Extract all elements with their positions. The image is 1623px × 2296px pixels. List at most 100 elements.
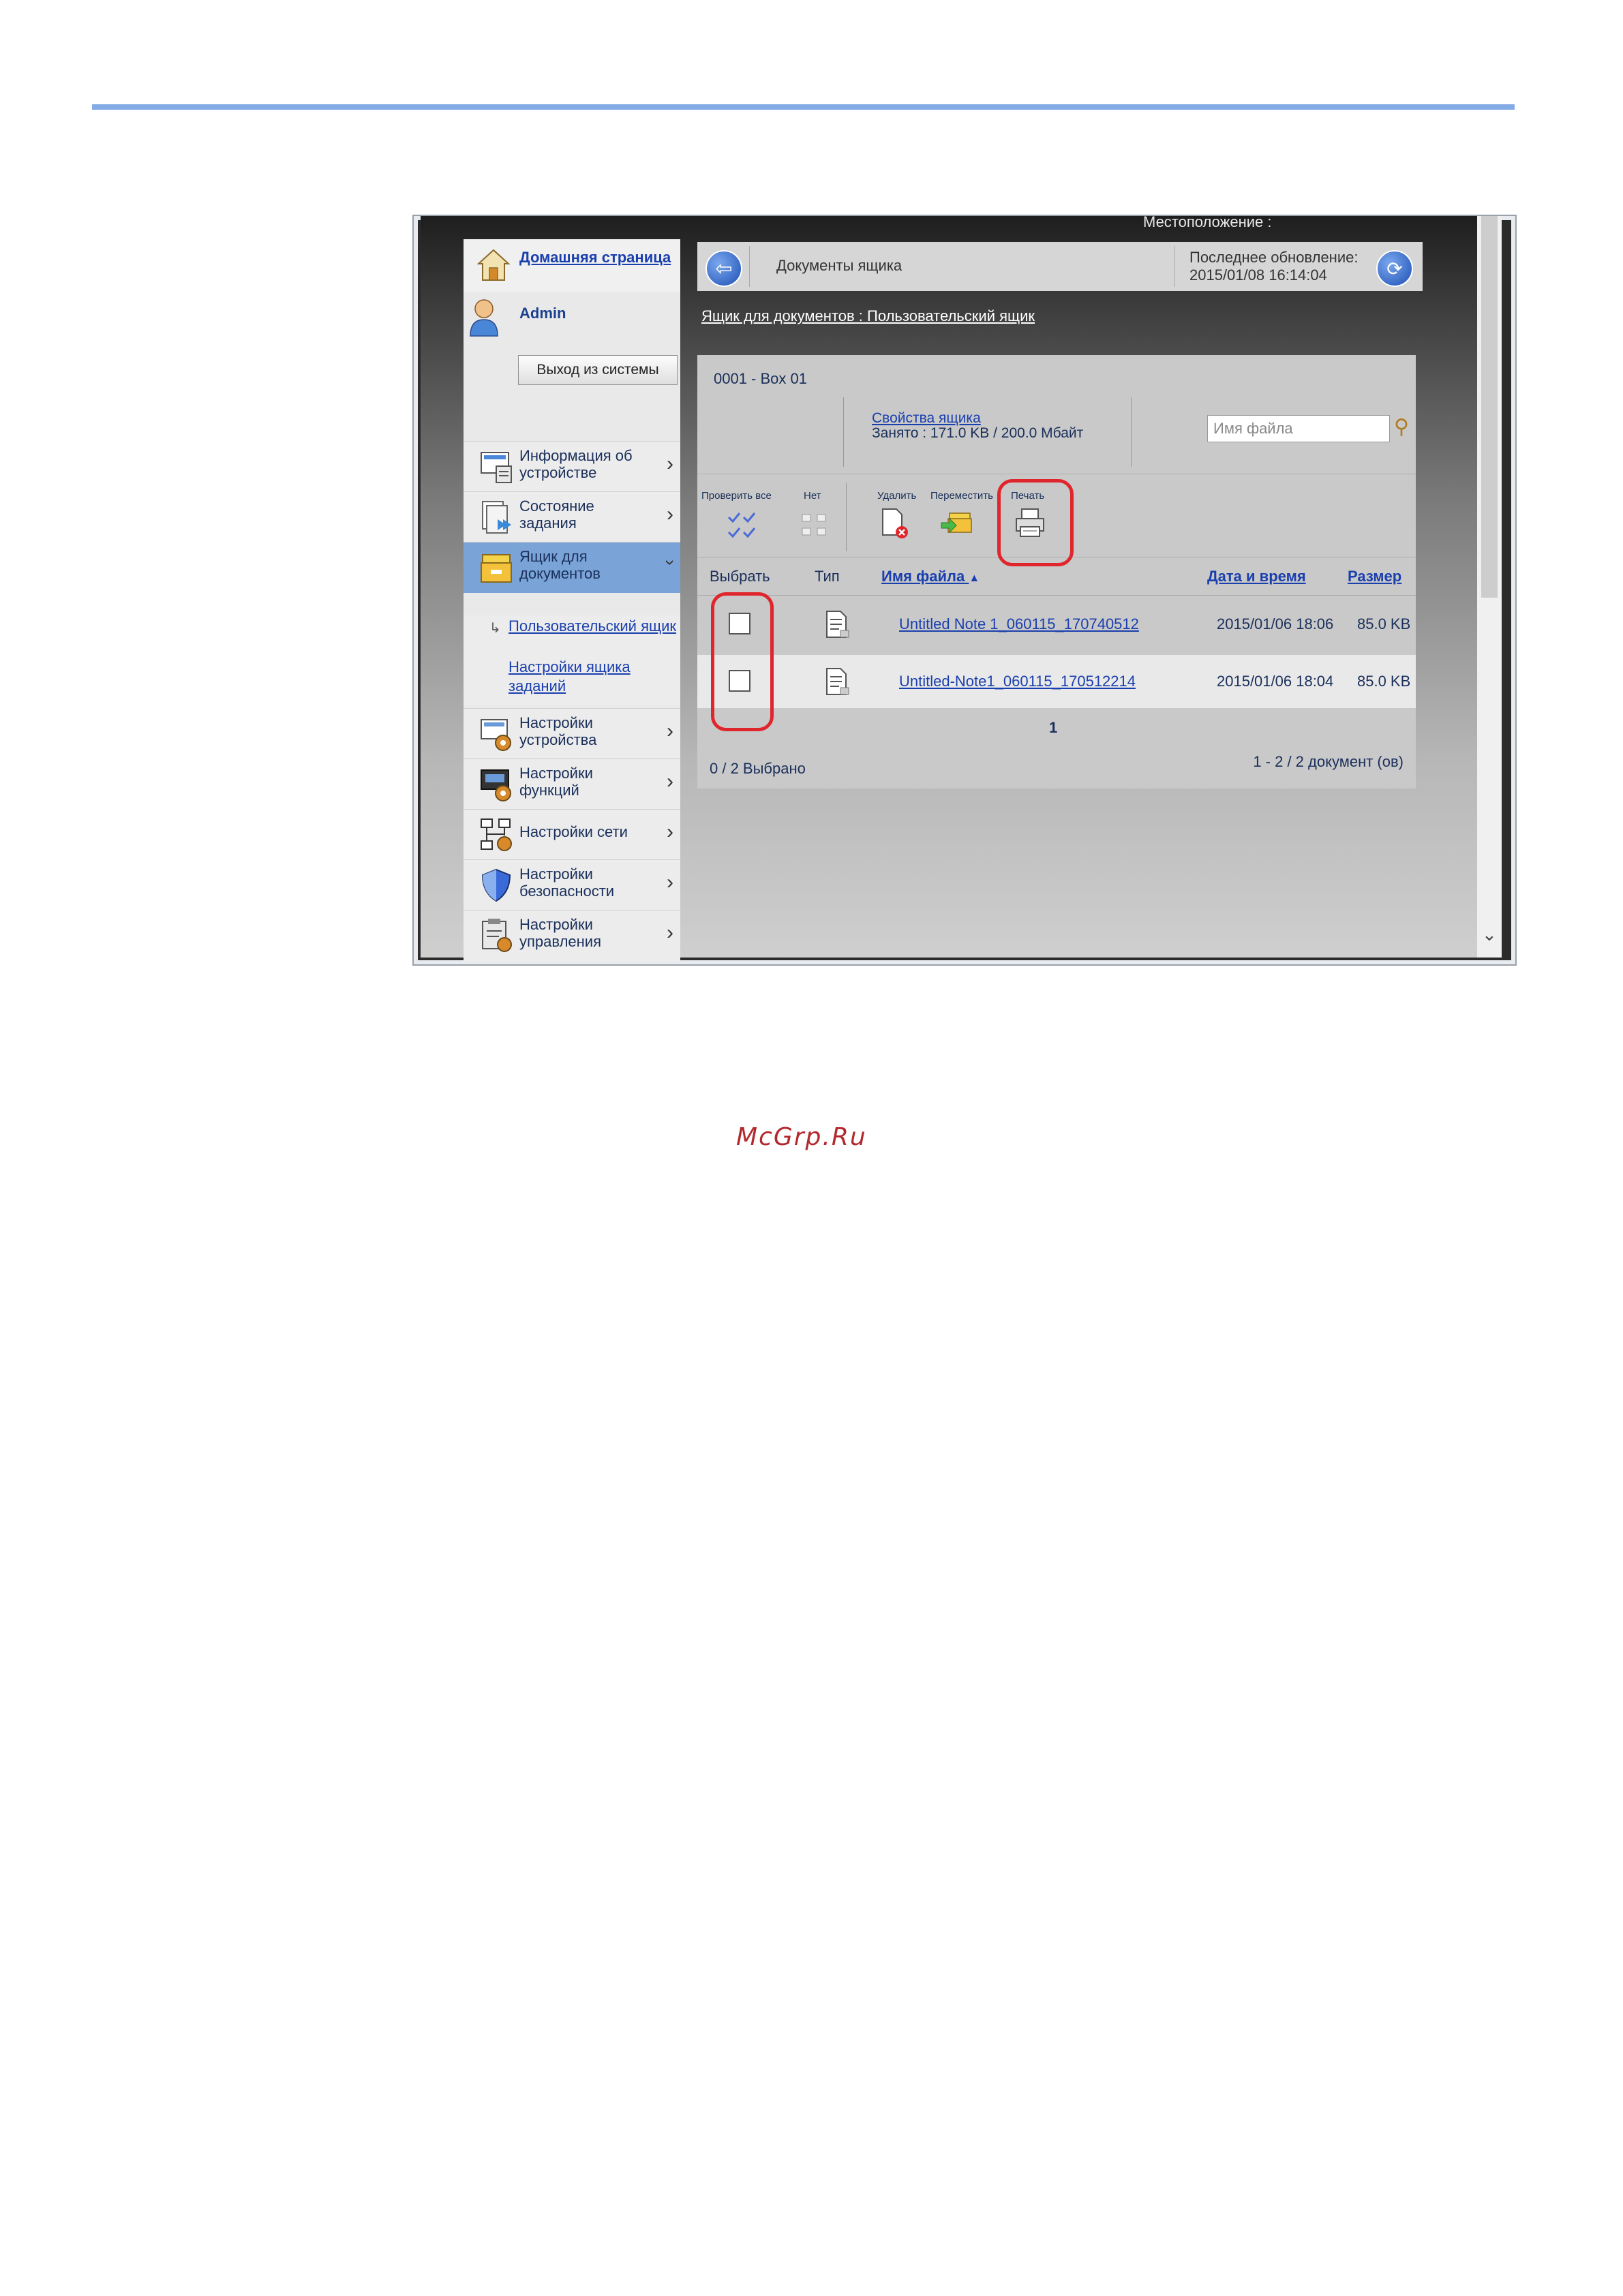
document-count: 1 - 2 / 2 документ (ов) xyxy=(1253,753,1404,770)
home-link[interactable]: Домашняя страница xyxy=(519,249,671,266)
nav-item-label: Информация об устройстве xyxy=(519,447,633,481)
subnav-job-box-settings[interactable]: Настройки ящика заданий xyxy=(509,658,679,696)
check-all-label: Проверить все xyxy=(701,490,772,502)
page-title: Документы ящика xyxy=(776,257,902,274)
nav-home[interactable]: Домашняя страница xyxy=(464,239,680,292)
page-top-rule xyxy=(92,104,1515,110)
nav-item-label: Ящик для документов xyxy=(519,548,601,582)
divider xyxy=(697,595,1416,596)
col-size-sort[interactable]: Размер xyxy=(1348,568,1401,585)
file-size: 85.0 KB xyxy=(1357,673,1411,690)
refresh-button[interactable]: ⟳ xyxy=(1376,250,1413,287)
chevron-right-icon: › xyxy=(667,503,673,525)
sub-arrow-icon: ↳ xyxy=(489,621,501,636)
chevron-right-icon: › xyxy=(667,921,673,944)
box-panel: 0001 - Box 01 Свойства ящика Занято : 17… xyxy=(697,355,1416,789)
col-filename-label: Имя файла xyxy=(881,568,965,585)
network-settings-icon xyxy=(481,818,512,851)
delete-label: Удалить xyxy=(877,490,917,502)
scroll-down-icon[interactable]: ⌄ xyxy=(1482,924,1497,945)
checkbox-highlight xyxy=(711,592,774,731)
nav-item-security-settings[interactable]: Настройки безопасности › xyxy=(464,859,680,910)
header-divider xyxy=(749,246,750,287)
file-date: 2015/01/06 18:04 xyxy=(1217,673,1334,690)
selected-count: 0 / 2 Выбрано xyxy=(710,760,806,777)
chevron-right-icon: › xyxy=(667,871,673,893)
back-button[interactable]: ⇦ xyxy=(706,250,742,287)
nav-item-management-settings[interactable]: Настройки управления › xyxy=(464,910,680,961)
col-datetime-sort[interactable]: Дата и время xyxy=(1207,568,1306,585)
col-filename-sort[interactable]: Имя файла ▲ xyxy=(881,568,980,585)
nav-item-device-info[interactable]: Информация об устройстве › xyxy=(464,441,680,492)
nav-item-job-status[interactable]: Состояние задания › xyxy=(464,491,680,542)
file-link[interactable]: Untitled-Note1_060115_170512214 xyxy=(899,673,1136,690)
box-usage: Занято : 171.0 KB / 200.0 Мбайт xyxy=(872,425,1084,441)
browser-screenshot: Местоположение : Домашняя страница Admin… xyxy=(412,215,1517,966)
chevron-right-icon: › xyxy=(667,770,673,793)
left-nav: Домашняя страница Admin Выход из системы xyxy=(464,239,682,961)
management-settings-icon xyxy=(482,919,512,952)
check-all-icon[interactable] xyxy=(726,509,759,542)
user-avatar-icon xyxy=(470,299,498,337)
chevron-right-icon: › xyxy=(667,720,673,742)
device-settings-icon xyxy=(481,719,511,751)
nav-item-label: Настройки безопасности xyxy=(519,866,615,900)
nav-item-device-settings[interactable]: Настройки устройства › xyxy=(464,708,680,759)
box-name: 0001 - Box 01 xyxy=(714,370,807,387)
nav-item-label: Настройки сети xyxy=(519,823,628,840)
chevron-right-icon: › xyxy=(667,821,673,843)
delete-icon[interactable] xyxy=(877,506,910,539)
web-ui: Местоположение : Домашняя страница Admin… xyxy=(421,216,1502,961)
chevron-right-icon: › xyxy=(667,453,673,475)
breadcrumb[interactable]: Ящик для документов : Пользовательский я… xyxy=(701,307,1035,325)
scrollbar-thumb[interactable] xyxy=(1481,216,1498,598)
document-box-subnav: ↳ Пользовательский ящик Настройки ящика … xyxy=(464,615,680,705)
watermark: McGrp.Ru xyxy=(736,1123,867,1151)
divider xyxy=(843,397,844,467)
header-divider xyxy=(1174,246,1175,287)
chevron-down-icon: › xyxy=(661,560,682,566)
job-status-icon xyxy=(482,501,511,534)
page-number[interactable]: 1 xyxy=(1049,719,1057,737)
function-settings-icon xyxy=(481,769,511,801)
document-box-icon xyxy=(481,554,512,583)
user-row: Admin xyxy=(464,292,680,348)
home-icon xyxy=(476,249,511,281)
move-label: Переместить xyxy=(930,490,993,502)
filename-search-input[interactable]: Имя файла xyxy=(1207,415,1390,442)
nav-item-label: Настройки функций xyxy=(519,765,593,799)
file-date: 2015/01/06 18:06 xyxy=(1217,615,1334,632)
nav-item-function-settings[interactable]: Настройки функций › xyxy=(464,759,680,810)
box-properties: Свойства ящика Занято : 171.0 KB / 200.0… xyxy=(872,411,1083,441)
document-icon xyxy=(826,611,849,638)
col-select: Выбрать xyxy=(710,568,770,585)
search-icon[interactable]: ⚲ xyxy=(1394,415,1409,439)
uncheck-all-icon[interactable] xyxy=(798,509,831,542)
file-link[interactable]: Untitled Note 1_060115_170740512 xyxy=(899,615,1139,633)
print-highlight xyxy=(997,479,1074,566)
nav-item-label: Настройки устройства xyxy=(519,714,597,748)
device-info-icon xyxy=(481,452,512,483)
nav-item-network-settings[interactable]: Настройки сети › xyxy=(464,809,680,860)
last-update-label: Последнее обновление: xyxy=(1189,249,1359,266)
shield-icon xyxy=(481,868,511,902)
divider xyxy=(846,483,847,551)
vertical-scrollbar[interactable]: ⌄ xyxy=(1477,216,1502,958)
nav-item-document-box[interactable]: Ящик для документов › xyxy=(464,542,682,593)
table-row: Untitled Note 1_060115_170740512 2015/01… xyxy=(697,598,1416,651)
box-properties-link[interactable]: Свойства ящика xyxy=(872,411,1083,426)
none-label: Нет xyxy=(804,490,821,502)
divider xyxy=(1131,397,1132,467)
move-icon[interactable] xyxy=(940,506,973,539)
sort-asc-icon: ▲ xyxy=(969,572,980,584)
content-header: ⇦ Документы ящика Последнее обновление: … xyxy=(697,242,1423,291)
nav-item-label: Настройки управления xyxy=(519,916,601,950)
file-size: 85.0 KB xyxy=(1357,615,1411,632)
subnav-user-box[interactable]: Пользовательский ящик xyxy=(509,617,679,636)
arrow-left-icon: ⇦ xyxy=(715,257,733,280)
user-name: Admin xyxy=(519,305,566,322)
nav-item-label: Состояние задания xyxy=(519,498,594,532)
col-type: Тип xyxy=(815,568,840,585)
last-update: Последнее обновление: 2015/01/08 16:14:0… xyxy=(1189,249,1358,284)
logout-button[interactable]: Выход из системы xyxy=(518,355,678,385)
